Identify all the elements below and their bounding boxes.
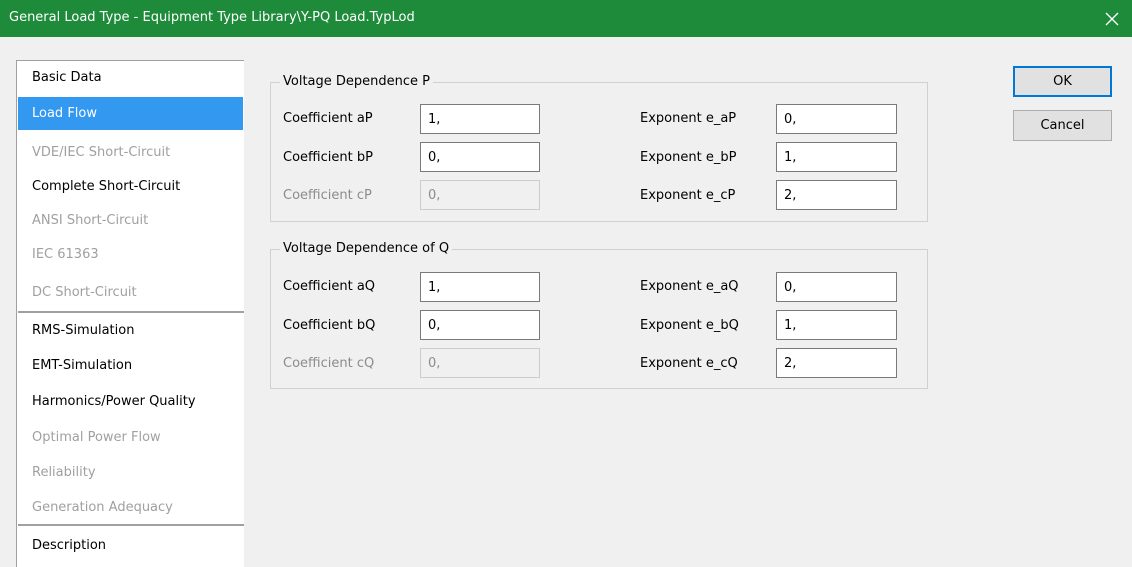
exponent-e-ap-field[interactable] bbox=[776, 104, 897, 134]
nav-item-description[interactable]: Description bbox=[18, 529, 243, 562]
coefficient-cq-label: Coefficient cQ bbox=[283, 356, 375, 371]
coefficient-bp-label: Coefficient bP bbox=[283, 150, 373, 165]
coefficient-bq-label: Coefficient bQ bbox=[283, 318, 376, 333]
nav-item-harmonics-power-quality[interactable]: Harmonics/Power Quality bbox=[18, 385, 243, 418]
voltage-dependence-q-title: Voltage Dependence of Q bbox=[280, 241, 453, 257]
nav-item-optimal-power-flow: Optimal Power Flow bbox=[32, 430, 161, 445]
exponent-e-ap-label: Exponent e_aP bbox=[640, 111, 737, 126]
page-navigation: Basic Data Load Flow VDE/IEC Short-Circu… bbox=[16, 60, 244, 567]
nav-divider bbox=[18, 524, 244, 526]
coefficient-aq-label: Coefficient aQ bbox=[283, 279, 376, 294]
nav-item-reliability: Reliability bbox=[32, 465, 96, 480]
exponent-e-cq-field[interactable] bbox=[776, 348, 897, 378]
nav-item-complete-short-circuit[interactable]: Complete Short-Circuit bbox=[18, 170, 243, 203]
nav-item-load-flow[interactable]: Load Flow bbox=[18, 97, 243, 130]
coefficient-ap-field[interactable] bbox=[420, 104, 540, 134]
nav-item-dc-short-circuit: DC Short-Circuit bbox=[32, 285, 137, 300]
exponent-e-bq-field[interactable] bbox=[776, 310, 897, 340]
exponent-e-aq-field[interactable] bbox=[776, 272, 897, 302]
exponent-e-bp-field[interactable] bbox=[776, 142, 897, 172]
coefficient-ap-label: Coefficient aP bbox=[283, 111, 373, 126]
ok-button[interactable]: OK bbox=[1013, 66, 1112, 97]
exponent-e-cp-field[interactable] bbox=[776, 180, 897, 210]
voltage-dependence-p-title: Voltage Dependence P bbox=[280, 74, 433, 90]
coefficient-bp-field[interactable] bbox=[420, 142, 540, 172]
coefficient-bq-field[interactable] bbox=[420, 310, 540, 340]
nav-item-generation-adequacy: Generation Adequacy bbox=[32, 500, 173, 515]
close-button[interactable] bbox=[1092, 0, 1132, 37]
exponent-e-cp-label: Exponent e_cP bbox=[640, 188, 736, 203]
nav-item-basic-data[interactable]: Basic Data bbox=[18, 61, 243, 94]
coefficient-aq-field[interactable] bbox=[420, 272, 540, 302]
coefficient-cp-field bbox=[420, 180, 540, 210]
exponent-e-cq-label: Exponent e_cQ bbox=[640, 356, 738, 371]
nav-item-emt-simulation[interactable]: EMT-Simulation bbox=[18, 349, 243, 382]
nav-item-vde-iec-short-circuit: VDE/IEC Short-Circuit bbox=[32, 145, 171, 160]
close-icon bbox=[1105, 12, 1119, 25]
cancel-button[interactable]: Cancel bbox=[1013, 110, 1112, 141]
nav-item-ansi-short-circuit: ANSI Short-Circuit bbox=[32, 213, 149, 228]
nav-item-rms-simulation[interactable]: RMS-Simulation bbox=[18, 314, 243, 347]
window-title: General Load Type - Equipment Type Libra… bbox=[9, 10, 415, 25]
coefficient-cp-label: Coefficient cP bbox=[283, 188, 372, 203]
exponent-e-bq-label: Exponent e_bQ bbox=[640, 318, 739, 333]
exponent-e-bp-label: Exponent e_bP bbox=[640, 150, 737, 165]
exponent-e-aq-label: Exponent e_aQ bbox=[640, 279, 739, 294]
title-bar: General Load Type - Equipment Type Libra… bbox=[0, 0, 1132, 37]
nav-item-iec-61363: IEC 61363 bbox=[32, 247, 99, 262]
coefficient-cq-field bbox=[420, 348, 540, 378]
nav-divider bbox=[18, 311, 244, 313]
